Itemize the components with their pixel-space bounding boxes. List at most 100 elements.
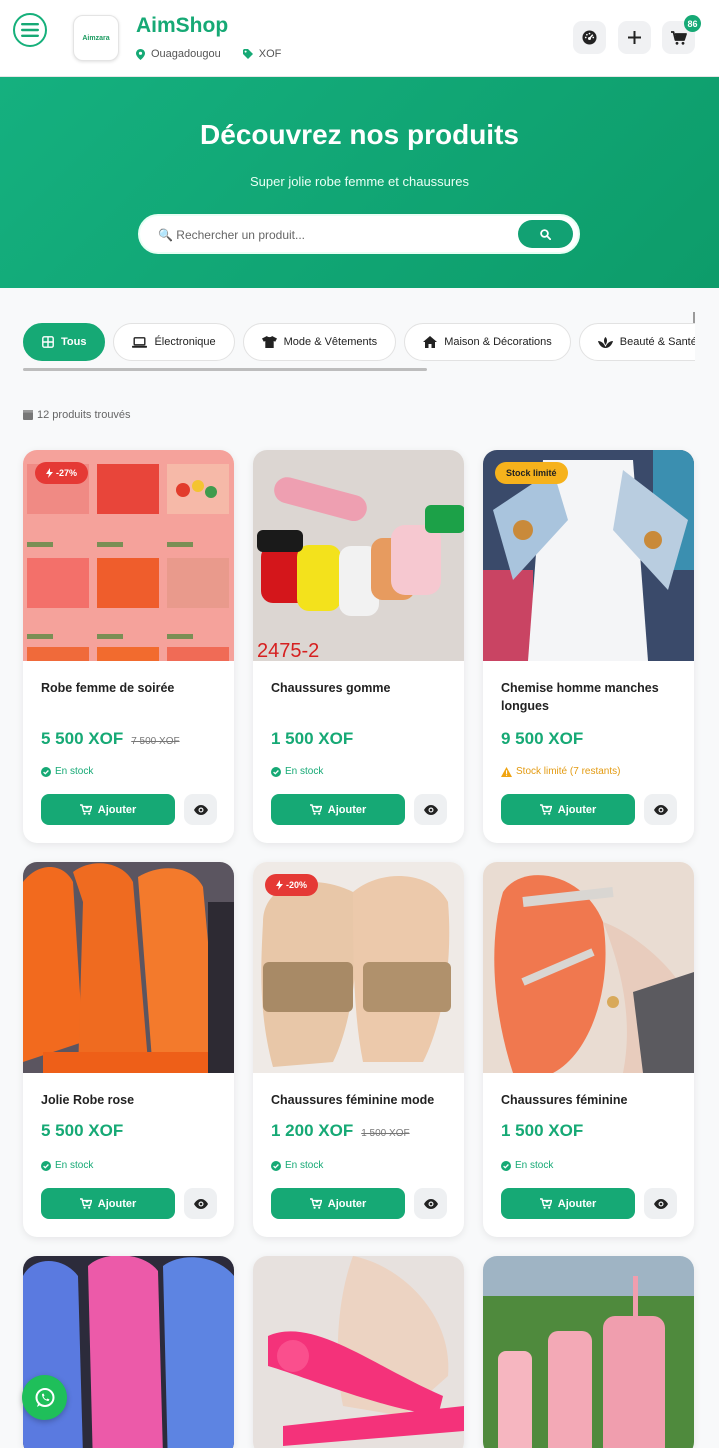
- search-bar: [138, 214, 580, 254]
- add-to-cart-button[interactable]: Ajouter: [501, 1188, 635, 1219]
- add-button-label: Ajouter: [97, 803, 137, 816]
- product-card[interactable]: -27% Robe femme de soirée 5 500 XOF 7 500…: [23, 450, 234, 843]
- quick-view-button[interactable]: [644, 1188, 677, 1219]
- search-icon: [540, 228, 551, 240]
- store-meta: Ouagadougou XOF: [136, 48, 281, 60]
- hero-subtitle: Super jolie robe femme et chaussures: [250, 174, 469, 189]
- quick-view-button[interactable]: [414, 794, 447, 825]
- price-value: 1 200 XOF: [271, 1121, 354, 1140]
- laptop-icon: [132, 336, 148, 348]
- product-image[interactable]: [483, 1256, 694, 1448]
- badge-text: Stock limité: [506, 468, 557, 478]
- product-card[interactable]: Chaussures féminine 1 500 XOF En stock A…: [483, 862, 694, 1237]
- location-text: Ouagadougou: [151, 48, 221, 60]
- category-label: Beauté & Santé: [619, 336, 695, 348]
- whatsapp-button[interactable]: [22, 1375, 67, 1420]
- category-chip-beauty[interactable]: Beauté & Santé: [578, 323, 695, 361]
- eye-icon: [423, 804, 438, 815]
- add-button-label: Ajouter: [557, 1197, 597, 1210]
- cart-plus-icon: [79, 1198, 92, 1209]
- hero-title: Découvrez nos produits: [200, 119, 519, 150]
- results-count: 12 produits trouvés: [23, 409, 131, 421]
- old-price: 1 500 XOF: [361, 1128, 410, 1139]
- product-name[interactable]: Robe femme de soirée: [41, 679, 221, 697]
- quick-view-button[interactable]: [184, 1188, 217, 1219]
- quick-view-button[interactable]: [644, 794, 677, 825]
- product-name[interactable]: Jolie Robe rose: [41, 1091, 221, 1109]
- search-button[interactable]: [518, 220, 573, 248]
- product-card[interactable]: Stock limité Chemise homme manches longu…: [483, 450, 694, 843]
- category-chip-fashion[interactable]: Mode & Vêtements: [242, 323, 397, 361]
- bolt-icon: [276, 880, 283, 890]
- add-button-label: Ajouter: [557, 803, 597, 816]
- product-name[interactable]: Chaussures gomme: [271, 679, 451, 697]
- stock-text: En stock: [285, 766, 324, 777]
- product-name[interactable]: Chaussures féminine: [501, 1091, 681, 1109]
- add-to-cart-button[interactable]: Ajouter: [271, 794, 405, 825]
- cart-plus-icon: [309, 1198, 322, 1209]
- category-chip-home[interactable]: Maison & Décorations: [404, 323, 571, 361]
- stock-status: En stock: [271, 1160, 323, 1171]
- home-icon: [423, 336, 438, 348]
- product-price: 5 500 XOF 7 500 XOF: [41, 729, 180, 749]
- product-image[interactable]: [253, 1256, 464, 1448]
- category-label: Tous: [61, 336, 87, 348]
- quick-view-button[interactable]: [414, 1188, 447, 1219]
- eye-icon: [423, 1198, 438, 1209]
- price-value: 5 500 XOF: [41, 1121, 124, 1140]
- box-icon: [23, 410, 33, 420]
- stock-status: En stock: [41, 766, 93, 777]
- quick-view-button[interactable]: [184, 794, 217, 825]
- product-card[interactable]: [23, 1256, 234, 1448]
- hero-banner: Découvrez nos produits Super jolie robe …: [0, 77, 719, 288]
- check-circle-icon: [41, 1160, 51, 1171]
- add-to-cart-button[interactable]: Ajouter: [41, 794, 175, 825]
- search-input[interactable]: [158, 225, 508, 245]
- add-to-cart-button[interactable]: Ajouter: [501, 794, 635, 825]
- product-image[interactable]: 2475-2: [253, 450, 464, 661]
- category-chip-all[interactable]: Tous: [23, 323, 106, 361]
- product-price: 1 500 XOF: [271, 729, 353, 749]
- category-label: Électronique: [154, 336, 216, 348]
- product-image[interactable]: -20%: [253, 862, 464, 1073]
- category-chip-electronics[interactable]: Électronique: [113, 323, 235, 361]
- check-circle-icon: [501, 1160, 511, 1171]
- eye-icon: [653, 1198, 668, 1209]
- cart-button[interactable]: 86: [662, 15, 701, 54]
- product-card[interactable]: 2475-2 Chaussures gomme 1 500 XOF En sto…: [253, 450, 464, 843]
- check-circle-icon: [41, 766, 51, 777]
- add-to-cart-button[interactable]: Ajouter: [271, 1188, 405, 1219]
- category-chips: Tous Électronique Mode & Vêtements Maiso…: [23, 323, 695, 361]
- cart-plus-icon: [79, 804, 92, 815]
- product-name[interactable]: Chaussures féminine mode: [271, 1091, 451, 1109]
- add-to-cart-button[interactable]: Ajouter: [41, 1188, 175, 1219]
- add-button-label: Ajouter: [327, 1197, 367, 1210]
- product-name[interactable]: Chemise homme manches longues: [501, 679, 681, 715]
- product-card[interactable]: -20% Chaussures féminine mode 1 200 XOF 1…: [253, 862, 464, 1237]
- add-button[interactable]: [618, 21, 651, 54]
- image-label: 2475-2: [257, 640, 319, 661]
- store-logo[interactable]: Aimzara: [73, 15, 119, 61]
- add-button-label: Ajouter: [97, 1197, 137, 1210]
- category-scrollbar[interactable]: [23, 368, 427, 371]
- product-image[interactable]: [23, 1256, 234, 1448]
- product-image[interactable]: [483, 862, 694, 1073]
- badge-text: -20%: [286, 880, 308, 890]
- stock-text: En stock: [285, 1160, 324, 1171]
- product-image[interactable]: Stock limité: [483, 450, 694, 661]
- store-name: AimShop: [136, 14, 229, 37]
- plus-icon: [628, 31, 641, 44]
- menu-button[interactable]: [13, 13, 47, 47]
- product-card[interactable]: [253, 1256, 464, 1448]
- product-card[interactable]: [483, 1256, 694, 1448]
- location-pin-icon: [136, 48, 145, 60]
- dashboard-button[interactable]: [573, 21, 606, 54]
- product-card[interactable]: Jolie Robe rose 5 500 XOF En stock Ajout…: [23, 862, 234, 1237]
- stock-status: En stock: [501, 1160, 553, 1171]
- tag-icon: [242, 49, 253, 59]
- product-image[interactable]: -27%: [23, 450, 234, 661]
- product-image[interactable]: [23, 862, 234, 1073]
- cart-plus-icon: [309, 804, 322, 815]
- tshirt-icon: [261, 336, 277, 348]
- price-value: 9 500 XOF: [501, 729, 584, 748]
